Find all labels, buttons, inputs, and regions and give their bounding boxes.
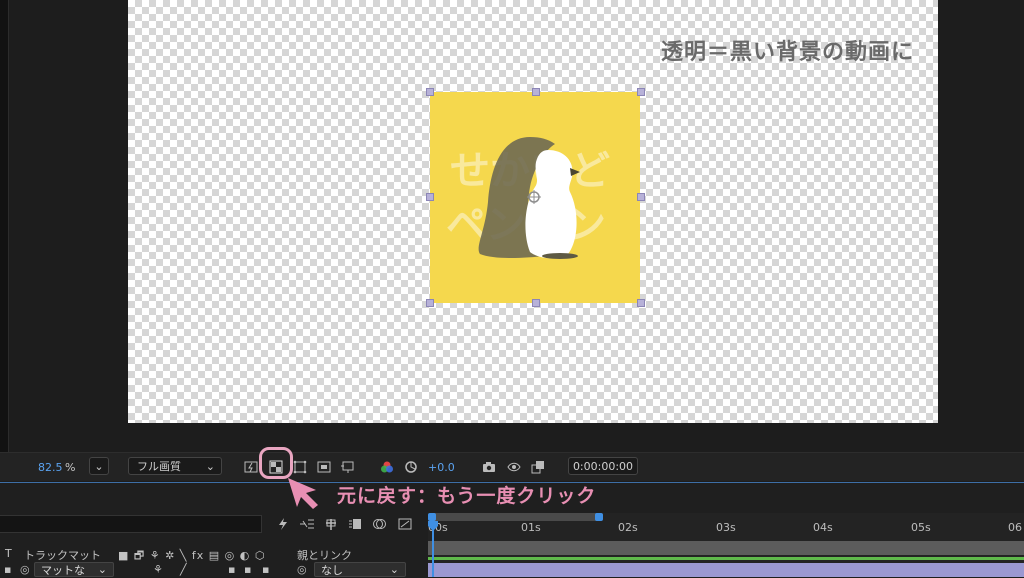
- highlight-ring: [259, 447, 293, 479]
- composition-viewer: 透明＝黒い背景の動画に せかいど ペンギン: [0, 0, 1024, 452]
- composition-flowchart-icon[interactable]: [396, 515, 414, 533]
- tick-label: 04s: [813, 521, 833, 534]
- draft-3d-icon[interactable]: [274, 515, 292, 533]
- current-time-display[interactable]: 0:00:00:00: [568, 457, 638, 475]
- work-area-end-handle[interactable]: [595, 513, 603, 521]
- exposure-value[interactable]: +0.0: [428, 457, 455, 477]
- pick-whip-icon[interactable]: ◎: [297, 563, 307, 576]
- frame-blending-icon[interactable]: [322, 515, 340, 533]
- tick-label: 02s: [618, 521, 638, 534]
- graph-editor-icon[interactable]: [370, 515, 388, 533]
- transform-handle[interactable]: [532, 299, 540, 307]
- chevron-down-icon: ⌄: [205, 459, 215, 473]
- shy-switch-icon[interactable]: ⚘: [153, 563, 163, 576]
- transform-handle[interactable]: [637, 299, 645, 307]
- eye-icon[interactable]: ▪: [4, 563, 11, 576]
- track-matte-value: マットな: [41, 563, 85, 577]
- anchor-point-icon[interactable]: [527, 190, 541, 204]
- snapshot-camera-icon[interactable]: [480, 458, 498, 476]
- work-area-bar[interactable]: [431, 513, 599, 521]
- zoom-value[interactable]: 82.5: [38, 457, 63, 477]
- transform-handle[interactable]: [637, 193, 645, 201]
- layer-duration-bar[interactable]: [428, 541, 1024, 555]
- switch-box[interactable]: ▪: [244, 563, 251, 576]
- layer-search-input[interactable]: [0, 515, 262, 533]
- transform-handle[interactable]: [426, 193, 434, 201]
- transform-handle[interactable]: [426, 299, 434, 307]
- motion-blur-icon[interactable]: [346, 515, 364, 533]
- pointer-arrow-icon: [288, 478, 318, 509]
- viewer-toolbar: 82.5 % ⌄ フル画質 ⌄ +0.0 0:00:00:00: [0, 452, 1024, 481]
- tick-label: 03s: [716, 521, 736, 534]
- tick-label: 05s: [911, 521, 931, 534]
- time-ruler[interactable]: 00s 01s 02s 03s 04s 05s 06: [428, 513, 1024, 577]
- matte-layer-bar[interactable]: [428, 563, 1024, 577]
- annotation-title: 透明＝黒い背景の動画に: [660, 40, 914, 65]
- transform-handle[interactable]: [637, 88, 645, 96]
- reset-exposure-icon[interactable]: [402, 458, 420, 476]
- tick-label: 06: [1008, 521, 1022, 534]
- chevron-down-icon: ⌄: [97, 563, 107, 576]
- guides-options-icon[interactable]: [339, 458, 357, 476]
- pixel-aspect-icon[interactable]: [529, 458, 547, 476]
- quality-switch-icon[interactable]: ╱: [180, 563, 187, 576]
- transform-handle[interactable]: [532, 88, 540, 96]
- audio-track-line: [428, 557, 1024, 560]
- region-of-interest-icon[interactable]: [315, 458, 333, 476]
- parent-dropdown[interactable]: なし ⌄: [314, 562, 406, 577]
- show-snapshot-icon[interactable]: [505, 458, 523, 476]
- color-channels-icon[interactable]: [378, 458, 396, 476]
- track-matte-dropdown[interactable]: マットな ⌄: [34, 562, 114, 577]
- resolution-label: フル画質: [137, 460, 181, 473]
- chevron-down-icon: ⌄: [389, 563, 399, 576]
- panel-edge: [0, 0, 9, 452]
- hide-shy-layers-icon[interactable]: [298, 515, 316, 533]
- type-column-header: T: [5, 547, 12, 560]
- chevron-down-icon: ⌄: [94, 459, 104, 473]
- fast-preview-icon[interactable]: [242, 458, 260, 476]
- switch-box[interactable]: ▪: [228, 563, 235, 576]
- zoom-dropdown[interactable]: ⌄: [89, 457, 109, 475]
- parent-value: なし: [321, 563, 343, 577]
- timecode-label: 0:00:00:00: [572, 459, 634, 473]
- switch-box[interactable]: ▪: [262, 563, 269, 576]
- matte-link-icon[interactable]: ◎: [20, 563, 30, 576]
- transform-handle[interactable]: [426, 88, 434, 96]
- mask-visibility-icon[interactable]: [291, 458, 309, 476]
- tick-label: 01s: [521, 521, 541, 534]
- work-area-start-handle[interactable]: [428, 513, 436, 521]
- playhead-icon[interactable]: [428, 521, 438, 531]
- instruction-text: 元に戻す：もう一度クリック: [337, 485, 597, 507]
- zoom-unit: %: [65, 460, 76, 474]
- resolution-dropdown[interactable]: フル画質 ⌄: [128, 457, 222, 475]
